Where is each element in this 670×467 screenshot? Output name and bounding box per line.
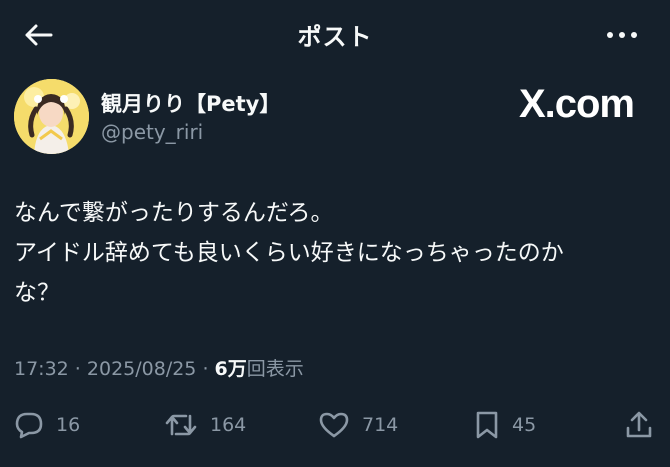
reply-count: 16 <box>56 414 81 436</box>
reply-button[interactable]: 16 <box>14 400 80 450</box>
more-horizontal-icon <box>606 31 638 39</box>
views-count: 6万 <box>214 358 247 380</box>
meta-separator: · <box>196 358 215 380</box>
post-text-line: なんで繋がったりするんだろ。 <box>14 200 334 226</box>
bookmark-button[interactable]: 45 <box>474 400 536 450</box>
post-date[interactable]: 2025/08/25 <box>87 358 197 380</box>
more-button[interactable] <box>602 22 642 48</box>
repost-count: 164 <box>210 414 247 436</box>
bookmark-icon <box>474 410 500 440</box>
reply-icon <box>14 411 44 439</box>
post-text-line: アイドル辞めても良いくらい好きになっちゃったのか <box>14 240 564 266</box>
display-name[interactable]: 観月りり【Pety】 <box>101 88 280 118</box>
top-bar: ポスト <box>0 0 670 70</box>
post-text: なんで繋がったりするんだろ。 アイドル辞めても良いくらい好きになっちゃったのか … <box>14 193 654 313</box>
avatar[interactable] <box>14 79 89 154</box>
post-text-line: な？ <box>14 280 60 306</box>
page-title: ポスト <box>297 23 373 51</box>
like-button[interactable]: 714 <box>318 400 398 450</box>
bookmark-count: 45 <box>512 414 537 436</box>
like-count: 714 <box>362 414 399 436</box>
x-com-watermark: X.com <box>518 82 635 126</box>
user-handle[interactable]: @pety_riri <box>101 120 203 144</box>
meta-separator: · <box>68 358 87 380</box>
share-icon <box>624 410 654 440</box>
action-bar: 16 164 714 45 <box>0 400 670 450</box>
post-meta: 17:32 · 2025/08/25 · 6万回表示 <box>14 354 304 381</box>
share-button[interactable] <box>624 400 654 450</box>
repost-icon <box>164 412 198 438</box>
heart-icon <box>318 411 350 439</box>
post-time[interactable]: 17:32 <box>14 358 69 380</box>
repost-button[interactable]: 164 <box>164 400 246 450</box>
views-label: 回表示 <box>246 358 304 380</box>
post-page: ポスト 観月りり【Pety】 @pety_riri X.com なんで繋がったり… <box>0 0 670 467</box>
